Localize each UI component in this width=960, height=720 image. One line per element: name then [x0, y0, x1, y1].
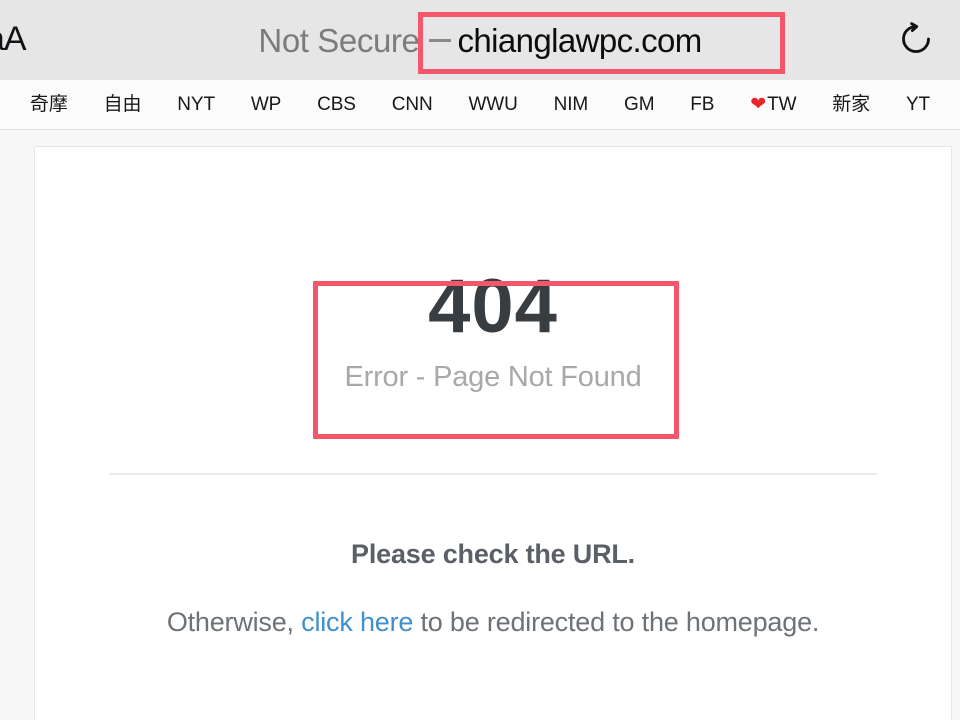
bookmark-item-9[interactable]: FB	[672, 92, 732, 118]
browser-toolbar: aA Not Secure chianglawpc.com	[0, 0, 960, 80]
bookmark-label: FB	[690, 93, 715, 115]
error-heading-block: 404 Error - Page Not Found	[35, 265, 951, 397]
bookmark-item-7[interactable]: NIM	[536, 92, 606, 118]
browser-window: aA Not Secure chianglawpc.com 奇摩 自由 NYT …	[0, 0, 960, 720]
bookmark-item-1[interactable]: 自由	[86, 92, 160, 118]
bookmark-label: 新家	[832, 93, 871, 115]
bookmark-item-4[interactable]: CBS	[299, 92, 374, 118]
not-secure-label: Not Secure	[258, 22, 420, 59]
click-here-link[interactable]: click here	[301, 607, 413, 637]
bookmark-label: WWU	[468, 93, 518, 115]
url-separator-dash	[429, 38, 452, 42]
address-bar[interactable]: Not Secure chianglawpc.com	[0, 16, 960, 66]
bookmark-label: 奇摩	[29, 93, 68, 115]
bookmark-item-0[interactable]: 奇摩	[12, 92, 86, 118]
bookmark-label: 自由	[103, 93, 142, 115]
page-viewport: 404 Error - Page Not Found Please check …	[0, 130, 960, 720]
bookmark-item-8[interactable]: GM	[606, 92, 672, 118]
message-secondary: Otherwise, click here to be redirected t…	[35, 603, 951, 641]
error-message-block: Please check the URL. Otherwise, click h…	[35, 535, 951, 641]
reload-button[interactable]	[890, 13, 942, 65]
message-prefix: Otherwise,	[166, 607, 302, 637]
bookmark-label: NYT	[177, 93, 215, 115]
error-code: 404	[428, 264, 558, 349]
bookmark-label: GM	[624, 93, 655, 115]
horizontal-divider	[109, 473, 877, 475]
error-subtitle: Error - Page Not Found	[344, 361, 642, 393]
bookmark-label: YT	[905, 93, 931, 115]
message-primary: Please check the URL.	[351, 539, 635, 569]
bookmark-item-12[interactable]: YT	[888, 92, 948, 118]
message-suffix: to be redirected to the homepage.	[413, 607, 820, 637]
bookmark-label: WP	[250, 93, 282, 115]
bookmark-item-3[interactable]: WP	[233, 92, 299, 118]
bookmark-label: NIM	[553, 93, 589, 115]
heart-icon: ❤	[750, 93, 767, 115]
bookmark-item-10[interactable]: ❤TW	[732, 92, 814, 118]
bookmarks-bar: 奇摩 自由 NYT WP CBS CNN WWU NIM GM FB ❤TW 新…	[0, 80, 960, 130]
bookmark-item-6[interactable]: WWU	[451, 92, 536, 118]
url-text[interactable]: chianglawpc.com	[457, 19, 702, 63]
bookmark-label: CNN	[391, 93, 433, 115]
bookmark-item-2[interactable]: NYT	[159, 92, 233, 118]
bookmark-item-11[interactable]: 新家	[814, 92, 888, 118]
error-page-card: 404 Error - Page Not Found Please check …	[34, 146, 952, 720]
reload-icon	[897, 20, 935, 58]
bookmark-label: TW	[767, 93, 797, 115]
bookmark-item-5[interactable]: CNN	[374, 92, 451, 118]
bookmark-label: CBS	[317, 93, 356, 115]
